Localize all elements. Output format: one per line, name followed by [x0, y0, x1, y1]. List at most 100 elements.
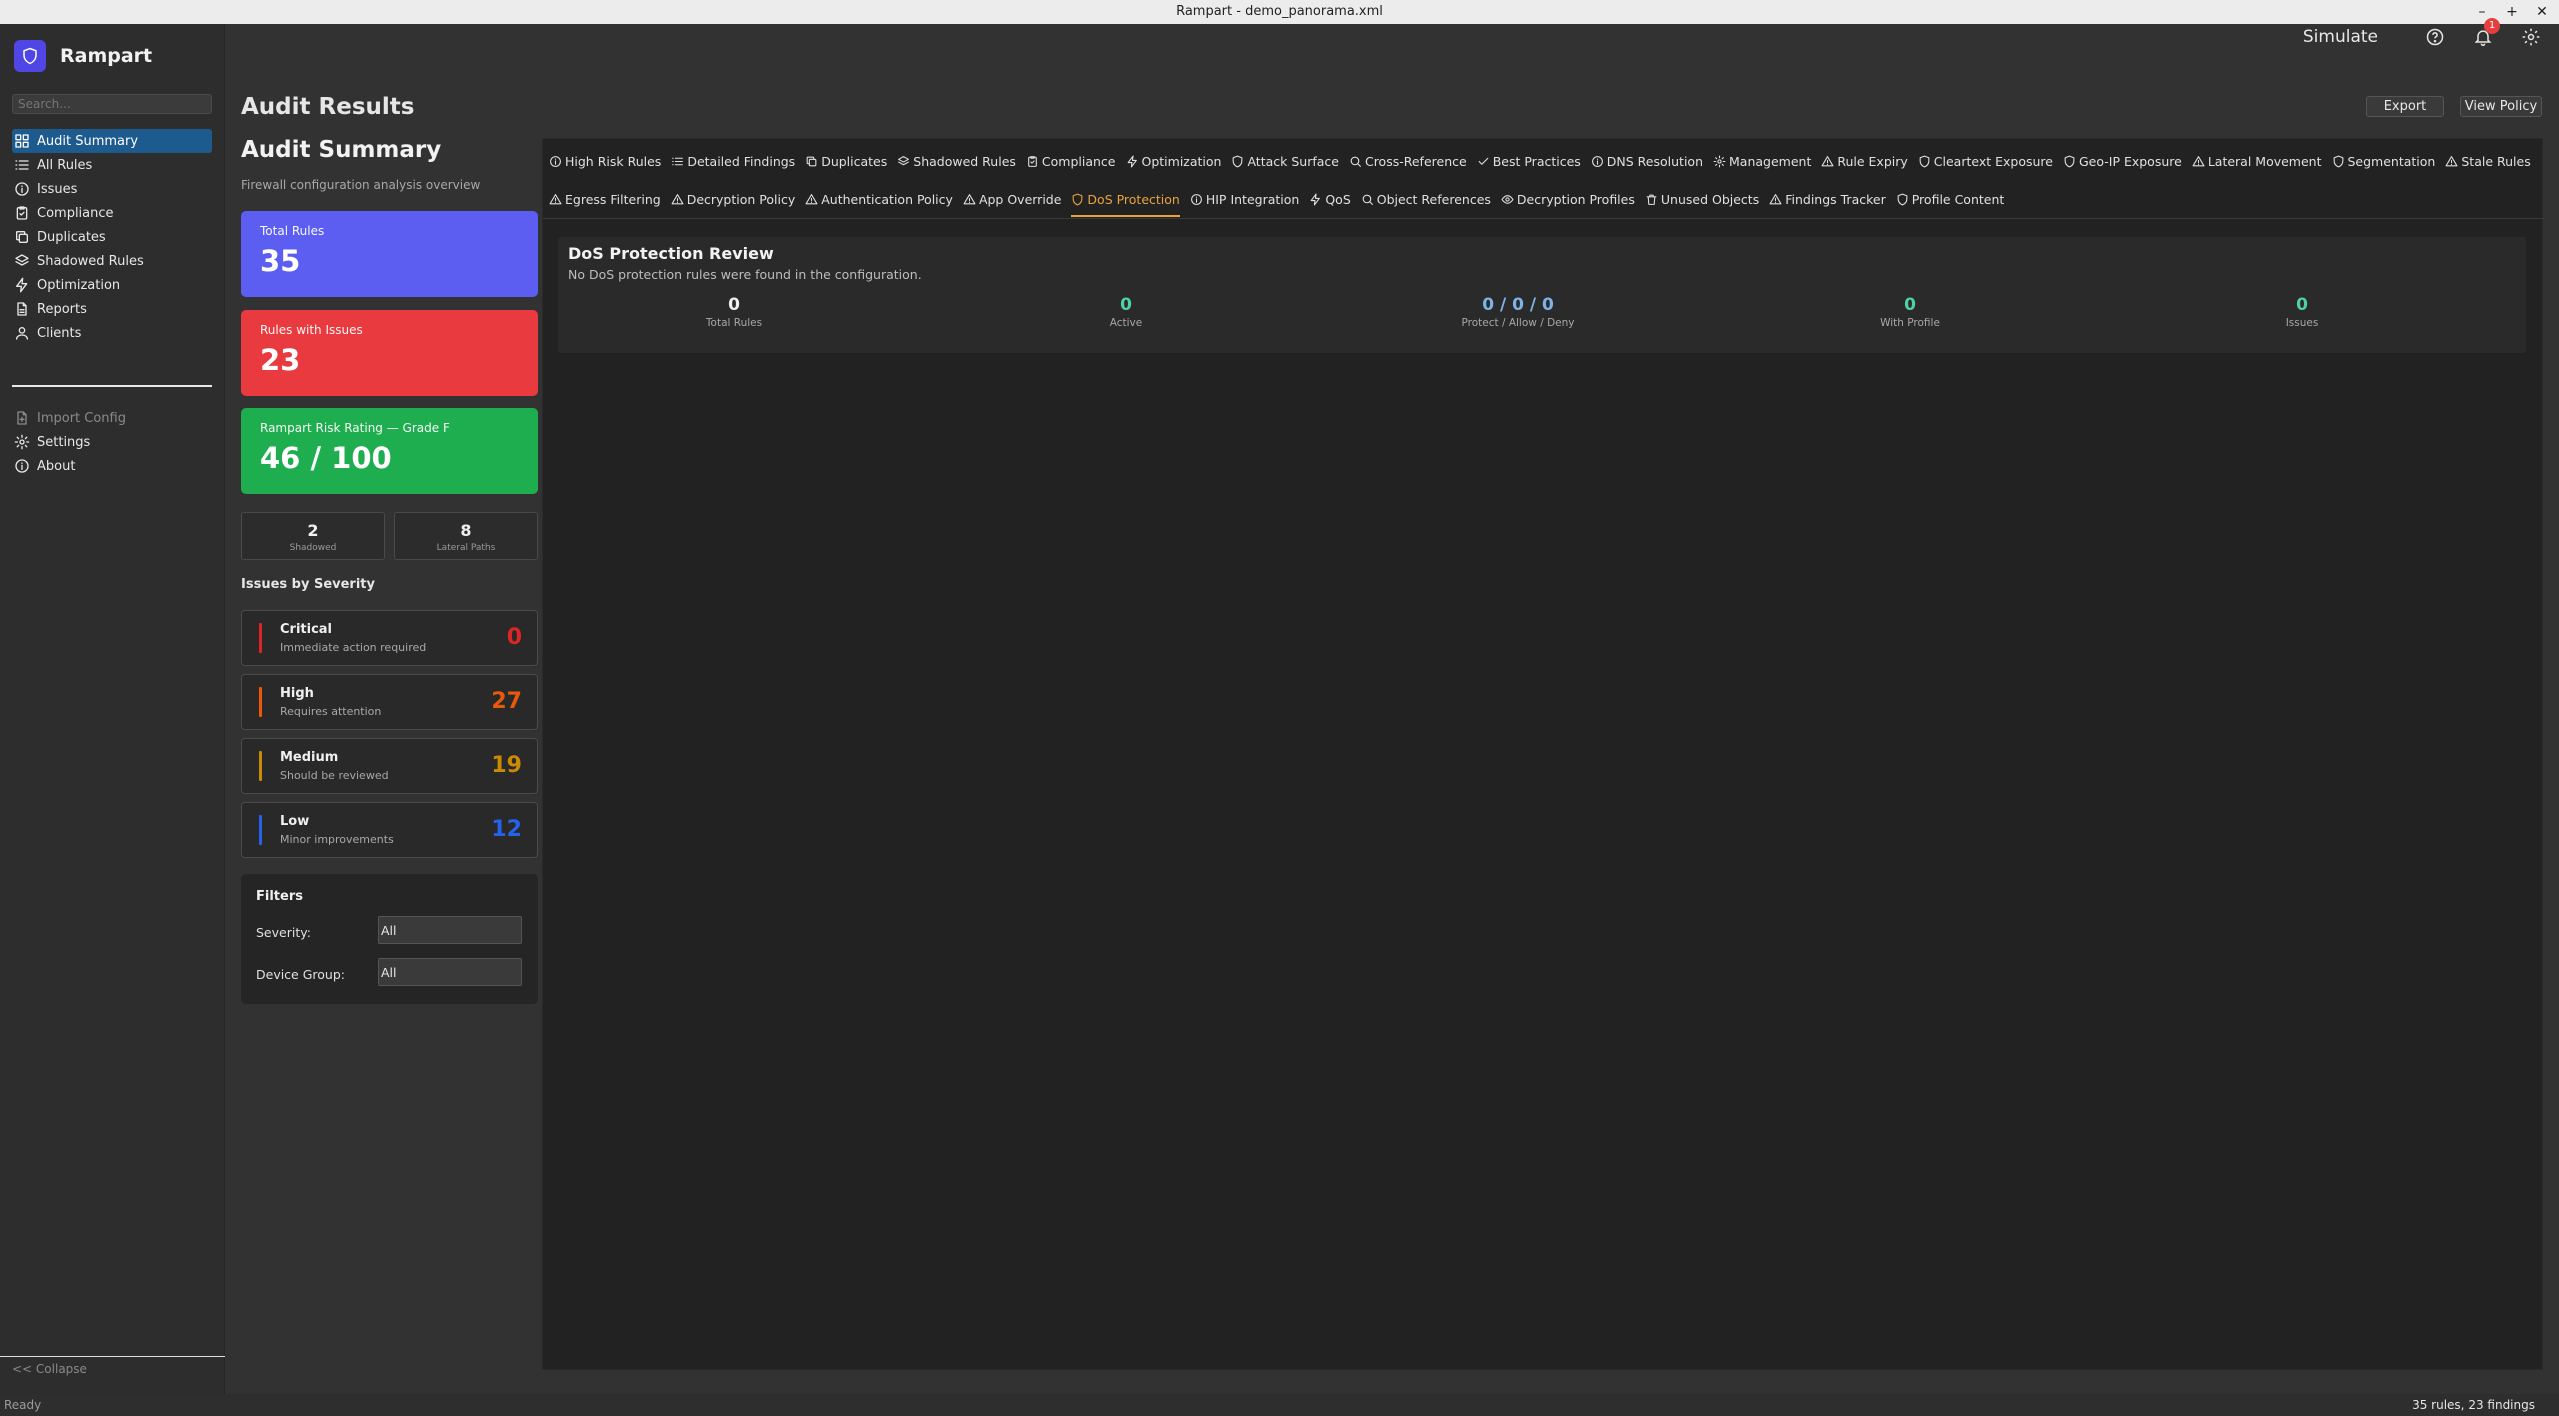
sidebar-item-duplicates[interactable]: Duplicates — [12, 225, 212, 249]
shadowed-value: 2 — [307, 521, 319, 540]
sidebar-secondary-nav: Import Config Settings About — [12, 406, 212, 478]
warning-icon — [549, 193, 562, 204]
severity-count: 12 — [491, 817, 522, 842]
sidebar-item-about[interactable]: About — [12, 454, 212, 478]
close-icon[interactable]: ✕ — [2530, 0, 2554, 24]
tab-compliance[interactable]: Compliance — [1026, 149, 1116, 173]
maximize-icon[interactable]: + — [2500, 0, 2524, 24]
sidebar-item-issues[interactable]: Issues — [12, 177, 212, 201]
view-policy-button[interactable]: View Policy — [2460, 96, 2542, 117]
sidebar-item-reports[interactable]: Reports — [12, 297, 212, 321]
tab-hip-integration[interactable]: HIP Integration — [1190, 187, 1299, 211]
tab-lateral-movement[interactable]: Lateral Movement — [2192, 149, 2322, 173]
card-value: 23 — [260, 343, 301, 377]
sidebar-item-settings[interactable]: Settings — [12, 430, 212, 454]
sidebar-item-label: Reports — [37, 301, 87, 317]
tab-app-override[interactable]: App Override — [963, 187, 1061, 211]
severity-heading: Issues by Severity — [241, 577, 375, 592]
sidebar-item-optimization[interactable]: Optimization — [12, 273, 212, 297]
severity-count: 0 — [506, 625, 522, 650]
window-title: Rampart - demo_panorama.xml — [1176, 4, 1383, 19]
help-icon[interactable] — [2422, 24, 2448, 50]
dos-stat-issues: 0 Issues — [2106, 295, 2498, 329]
severity-row-critical[interactable]: Critical Immediate action required 0 — [241, 610, 538, 666]
sidebar-item-compliance[interactable]: Compliance — [12, 201, 212, 225]
sidebar-item-all-rules[interactable]: All Rules — [12, 153, 212, 177]
tab-label: QoS — [1325, 191, 1351, 207]
device-group-filter-select[interactable]: All — [378, 958, 522, 986]
tab-profile-content[interactable]: Profile Content — [1896, 187, 2004, 211]
collapse-button[interactable]: << Collapse — [0, 1356, 225, 1378]
trash-icon — [1646, 194, 1657, 205]
dos-stat-with-profile: 0 With Profile — [1714, 295, 2106, 329]
sidebar-nav: Audit Summary All Rules Issues Compliance Du… — [12, 129, 212, 345]
tab-label: Rule Expiry — [1837, 153, 1908, 169]
tab-cleartext-exposure[interactable]: Cleartext Exposure — [1918, 149, 2053, 173]
filters-title: Filters — [256, 889, 303, 904]
search-input[interactable] — [12, 94, 212, 114]
tab-decryption-profiles[interactable]: Decryption Profiles — [1501, 187, 1635, 211]
tab-label: HIP Integration — [1205, 191, 1300, 207]
severity-name: Medium — [280, 750, 339, 765]
tab-cross-reference[interactable]: Cross-Reference — [1349, 149, 1467, 173]
tab-unused-objects[interactable]: Unused Objects — [1645, 187, 1759, 211]
dos-stat-value: 0 — [728, 295, 740, 315]
tab-findings-tracker[interactable]: Findings Tracker — [1769, 187, 1886, 211]
tab-authentication-policy[interactable]: Authentication Policy — [805, 187, 953, 211]
dos-stat-value: 0 / 0 / 0 — [1482, 295, 1554, 315]
tab-shadowed-rules[interactable]: Shadowed Rules — [897, 149, 1016, 173]
tab-attack-surface[interactable]: Attack Surface — [1231, 149, 1339, 173]
tab-rule-expiry[interactable]: Rule Expiry — [1821, 149, 1908, 173]
sidebar-item-label: Import Config — [37, 410, 126, 426]
dos-stat-label: Protect / Allow / Deny — [1461, 317, 1575, 329]
tab-egress-filtering[interactable]: Egress Filtering — [549, 187, 661, 211]
tab-dos-protection[interactable]: DoS Protection — [1071, 187, 1181, 217]
gear-icon[interactable] — [2518, 24, 2544, 50]
summary-card-rules-with-issues: Rules with Issues 23 — [241, 310, 538, 396]
tab-label: Unused Objects — [1660, 191, 1760, 207]
tab-row-2: Egress Filtering Decryption Policy Authent… — [549, 187, 2014, 217]
sidebar-item-label: Optimization — [37, 277, 121, 293]
window-titlebar: Rampart - demo_panorama.xml — [0, 0, 2559, 24]
severity-row-medium[interactable]: Medium Should be reviewed 19 — [241, 738, 538, 794]
tab-geo-ip-exposure[interactable]: Geo-IP Exposure — [2063, 149, 2182, 173]
tab-detailed-findings[interactable]: Detailed Findings — [671, 149, 795, 173]
severity-row-low[interactable]: Low Minor improvements 12 — [241, 802, 538, 858]
user-icon — [16, 327, 28, 340]
tab-label: Detailed Findings — [687, 153, 796, 169]
warning-icon — [963, 193, 976, 204]
sidebar-item-import-config[interactable]: Import Config — [12, 406, 212, 430]
tab-dns-resolution[interactable]: DNS Resolution — [1591, 149, 1703, 173]
warning-icon — [1821, 155, 1834, 166]
tab-stale-rules[interactable]: Stale Rules — [2445, 149, 2531, 173]
tab-optimization[interactable]: Optimization — [1126, 149, 1221, 173]
dos-stat-protect-allow-deny: 0 / 0 / 0 Protect / Allow / Deny — [1322, 295, 1714, 329]
tab-segmentation[interactable]: Segmentation — [2332, 149, 2436, 173]
shadowed-stat: 2 Shadowed — [241, 512, 385, 560]
tab-label: Segmentation — [2347, 153, 2436, 169]
notification-badge: 1 — [2484, 18, 2500, 34]
tab-best-practices[interactable]: Best Practices — [1477, 149, 1581, 173]
tab-decryption-policy[interactable]: Decryption Policy — [671, 187, 795, 211]
tab-label: Management — [1729, 153, 1812, 169]
severity-row-high[interactable]: High Requires attention 27 — [241, 674, 538, 730]
copy-icon — [806, 156, 817, 166]
tab-object-references[interactable]: Object References — [1361, 187, 1491, 211]
sidebar-item-audit-summary[interactable]: Audit Summary — [12, 129, 212, 153]
main-area: Audit Results Export View Policy Audit S… — [226, 24, 2559, 1394]
sidebar-item-clients[interactable]: Clients — [12, 321, 212, 345]
tab-high-risk-rules[interactable]: High Risk Rules — [549, 149, 661, 173]
tab-qos[interactable]: QoS — [1309, 187, 1351, 211]
tab-label: Findings Tracker — [1785, 191, 1886, 207]
sidebar-item-shadowed-rules[interactable]: Shadowed Rules — [12, 249, 212, 273]
shield-icon — [1897, 193, 1908, 205]
simulate-button[interactable]: Simulate — [2303, 27, 2378, 47]
export-button[interactable]: Export — [2366, 96, 2444, 117]
tab-bar: High Risk Rules Detailed Findings Duplicat… — [543, 139, 2544, 219]
severity-filter-select[interactable]: All — [378, 916, 522, 944]
status-summary: 35 rules, 23 findings — [2412, 1398, 2535, 1412]
dos-stat-label: Issues — [2285, 317, 2319, 329]
tab-duplicates[interactable]: Duplicates — [805, 149, 887, 173]
tab-management[interactable]: Management — [1713, 149, 1811, 173]
notifications-bell-icon[interactable]: 1 — [2470, 18, 2500, 50]
